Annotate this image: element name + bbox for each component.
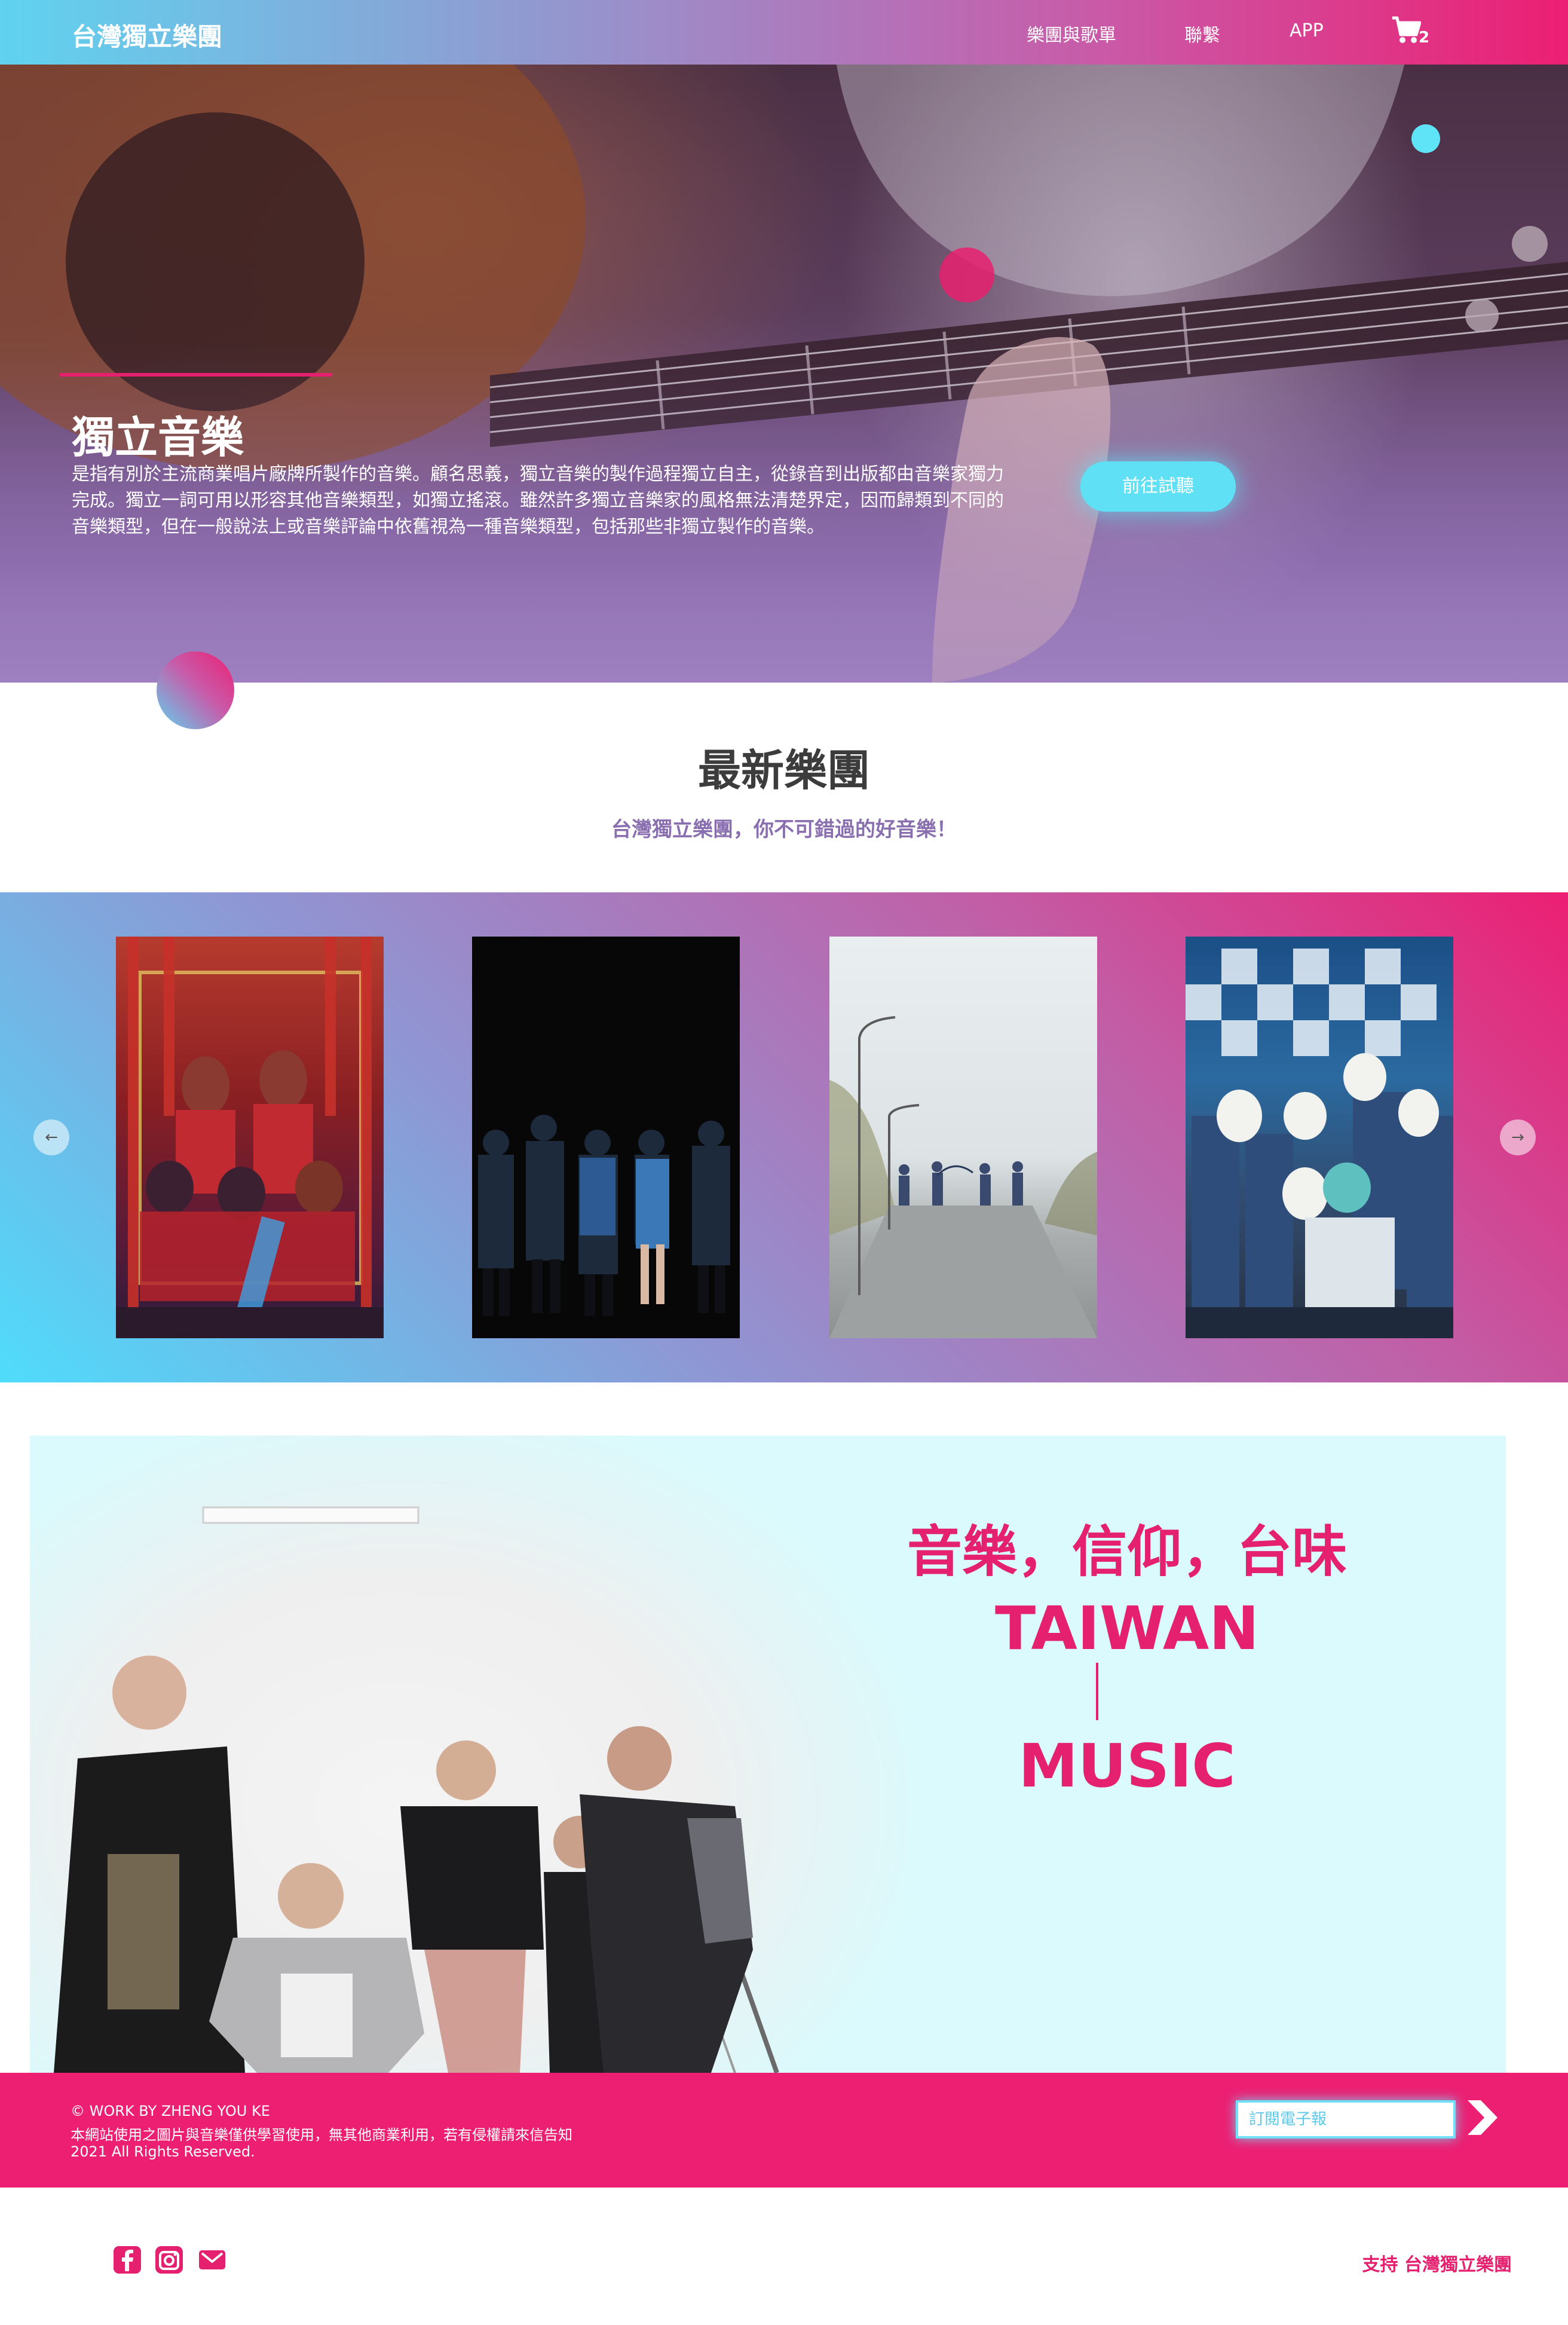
footer: © WORK BY ZHENG YOU KE 本網站使用之圖片與音樂僅供學習使用… <box>0 2073 1568 2188</box>
feature-slogan: 音樂，信仰，台味 <box>906 1520 1347 1584</box>
arrow-right-icon: → <box>1511 1128 1524 1146</box>
band-carousel: ← → <box>0 892 1568 1382</box>
footer-copyright: © WORK BY ZHENG YOU KE <box>71 2103 270 2119</box>
subscribe-input[interactable] <box>1236 2100 1456 2139</box>
band-card[interactable] <box>116 937 384 1338</box>
facebook-button[interactable] <box>112 2245 142 2275</box>
band-card[interactable] <box>1186 937 1453 1338</box>
instagram-icon <box>155 2246 183 2274</box>
band-photo <box>1186 949 1453 1338</box>
chevron-right-icon <box>1468 2100 1497 2135</box>
brand-logo[interactable]: 台灣獨立樂團 <box>72 17 222 53</box>
feature-line-music: MUSIC <box>1018 1731 1236 1801</box>
hero-banner: 獨立音樂 是指有別於主流商業唱片廠牌所製作的音樂。顧名思義，獨立音樂的製作過程獨… <box>0 65 1568 683</box>
nav-link-contact[interactable]: 聯繫 <box>1184 20 1220 47</box>
band-photo <box>478 1115 730 1316</box>
nav-link-app[interactable]: APP <box>1290 20 1324 41</box>
band-card[interactable] <box>829 937 1097 1338</box>
feature-line-taiwan: TAIWAN <box>995 1593 1259 1663</box>
carousel-prev-button[interactable]: ← <box>33 1119 69 1155</box>
mail-button[interactable] <box>197 2245 227 2275</box>
band-card[interactable] <box>472 937 740 1338</box>
support-prefix: 支持 <box>1362 2254 1404 2275</box>
facebook-icon <box>114 2246 141 2274</box>
carousel-next-button[interactable]: → <box>1500 1119 1536 1155</box>
section-title: 最新樂團 <box>697 745 870 796</box>
feature-section: 音樂，信仰，台味 TAIWAN MUSIC <box>30 1436 1506 2073</box>
subscribe-submit-button[interactable] <box>1463 2097 1501 2139</box>
footer-rights: 2021 All Rights Reserved. <box>71 2143 255 2160</box>
footer-notice: 本網站使用之圖片與音樂僅供學習使用，無其他商業利用，若有侵權請來信告知 <box>71 2127 572 2143</box>
feature-band-photo <box>30 1436 914 2073</box>
hero-title: 獨立音樂 <box>72 412 244 463</box>
support-link[interactable]: 支持 台灣獨立樂團 <box>1315 2250 1512 2276</box>
cart-count-badge: 2 <box>1419 29 1430 47</box>
nav-link-bands[interactable]: 樂團與歌單 <box>1027 20 1116 47</box>
section-subtitle: 台灣獨立樂團，你不可錯過的好音樂！ <box>611 818 957 842</box>
top-navbar: 台灣獨立樂團 樂團與歌單 聯繫 APP 2 <box>0 0 1568 65</box>
mail-icon <box>199 2250 225 2269</box>
decor-dot-gradient <box>157 651 234 729</box>
feature-divider <box>1096 1663 1098 1720</box>
support-name: 台灣獨立樂團 <box>1404 2254 1512 2275</box>
decor-dot-pink <box>939 247 994 302</box>
cart-button[interactable]: 2 <box>1391 16 1433 51</box>
band-photo <box>116 937 384 1338</box>
band-photo <box>829 1016 1097 1338</box>
hero-accent-line <box>60 373 332 377</box>
instagram-button[interactable] <box>154 2245 184 2275</box>
cart-icon <box>1392 16 1422 43</box>
hero-description: 是指有別於主流商業唱片廠牌所製作的音樂。顧名思義，獨立音樂的製作過程獨立自主，從… <box>72 464 1004 537</box>
arrow-left-icon: ← <box>45 1128 58 1146</box>
decor-dot-cyan <box>1411 124 1440 153</box>
listen-button[interactable]: 前往試聽 <box>1080 461 1236 512</box>
